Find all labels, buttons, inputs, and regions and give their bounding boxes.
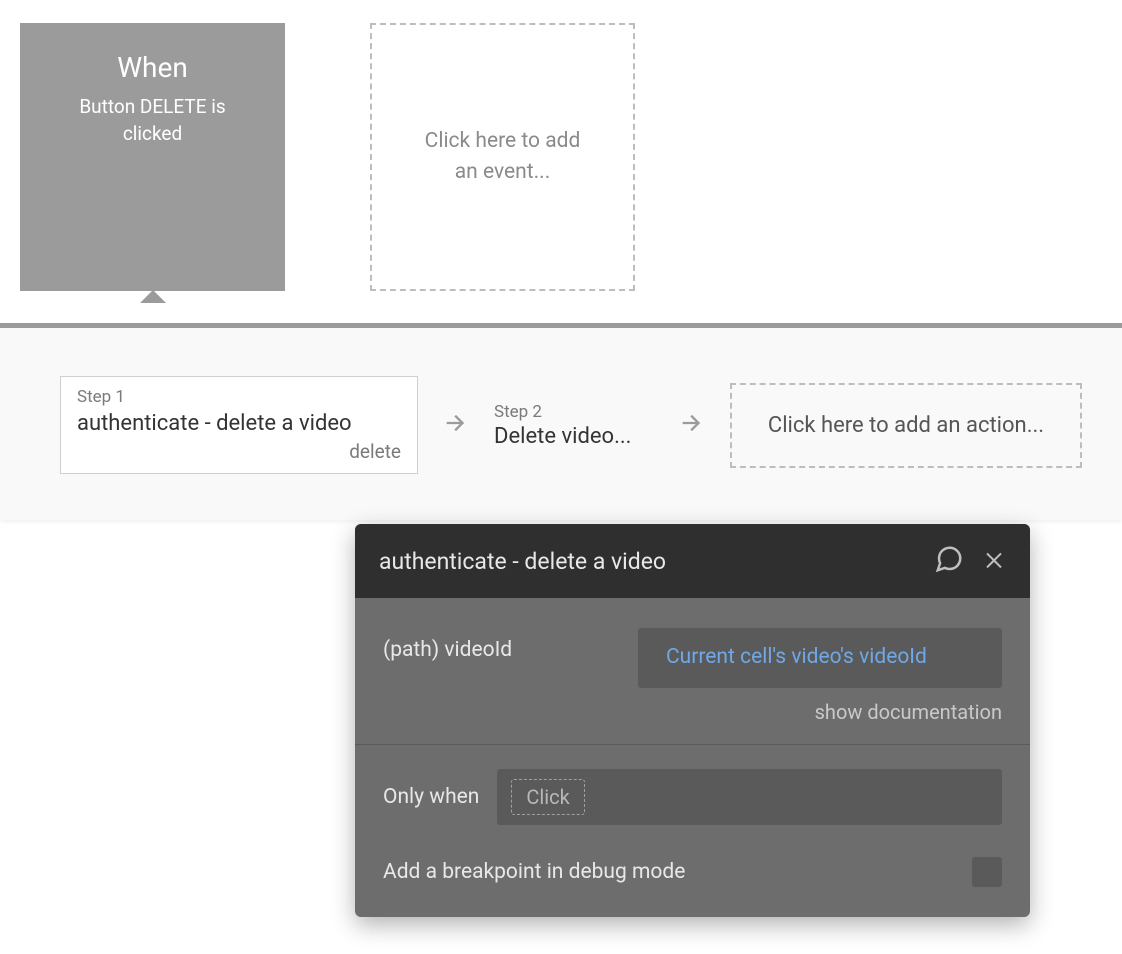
arrow-right-icon — [442, 409, 470, 441]
add-action-placeholder[interactable]: Click here to add an action... — [730, 383, 1082, 468]
actions-wrap: Step 1 authenticate - delete a video del… — [0, 323, 1122, 520]
event-card-title: When — [50, 51, 255, 84]
comment-icon[interactable] — [934, 544, 964, 578]
only-when-label: Only when — [383, 785, 479, 809]
path-input[interactable]: Current cell's video's videoId — [638, 628, 1002, 688]
step-subtag: delete — [77, 440, 401, 463]
breakpoint-label: Add a breakpoint in debug mode — [383, 860, 685, 884]
path-label: (path) videoId — [383, 628, 618, 662]
actions-bar: Step 1 authenticate - delete a video del… — [0, 328, 1122, 520]
panel-header[interactable]: authenticate - delete a video — [355, 524, 1030, 598]
event-pointer-icon — [140, 290, 166, 303]
only-when-row: Only when Click — [383, 769, 1002, 825]
show-documentation-link[interactable]: show documentation — [383, 700, 1002, 724]
panel-title: authenticate - delete a video — [379, 548, 666, 575]
only-when-input[interactable]: Click — [497, 769, 1002, 825]
add-action-label: Click here to add an action... — [768, 413, 1044, 438]
path-value: Current cell's video's videoId — [656, 645, 927, 669]
click-chip[interactable]: Click — [511, 779, 584, 815]
step-label: Step 2 — [494, 402, 654, 422]
breakpoint-checkbox[interactable] — [972, 857, 1002, 887]
step-title: authenticate - delete a video — [77, 411, 401, 436]
properties-panel: authenticate - delete a video (path) vid… — [355, 524, 1030, 917]
step-title: Delete video... — [494, 424, 654, 449]
arrow-right-icon — [678, 409, 706, 441]
add-event-label: Click here to add an event... — [412, 126, 593, 189]
action-step-2[interactable]: Step 2 Delete video... — [494, 402, 654, 449]
panel-divider — [355, 744, 1030, 745]
event-card-active[interactable]: When Button DELETE is clicked — [20, 23, 285, 291]
breakpoint-row: Add a breakpoint in debug mode — [383, 857, 1002, 887]
path-row: (path) videoId Current cell's video's vi… — [383, 628, 1002, 688]
event-card-subtitle: Button DELETE is clicked — [50, 94, 255, 147]
panel-header-icons — [934, 544, 1006, 578]
add-event-placeholder[interactable]: Click here to add an event... — [370, 23, 635, 291]
step-label: Step 1 — [77, 387, 401, 407]
close-icon[interactable] — [982, 547, 1006, 575]
panel-body: (path) videoId Current cell's video's vi… — [355, 598, 1030, 917]
action-step-1[interactable]: Step 1 authenticate - delete a video del… — [60, 376, 418, 474]
events-row: When Button DELETE is clicked Click here… — [0, 0, 1122, 291]
